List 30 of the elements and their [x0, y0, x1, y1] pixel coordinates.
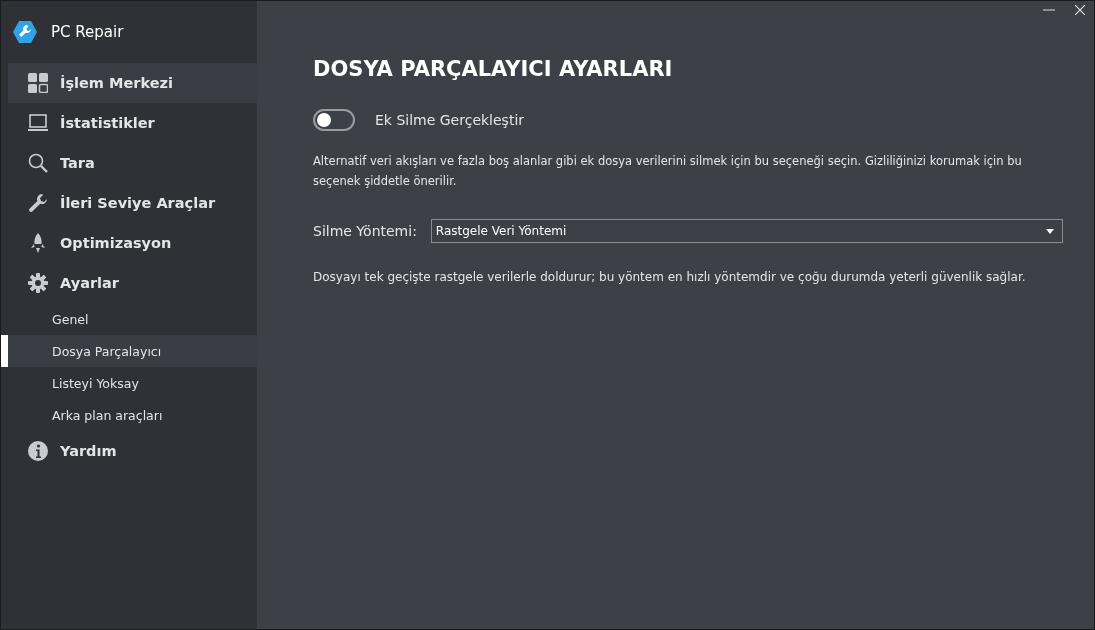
menu-item[interactable]: Tara [8, 143, 257, 183]
submenu-item[interactable]: Dosya Parçalayıcı [1, 335, 257, 367]
method-dropdown[interactable]: Rastgele Veri Yöntemi [430, 219, 1063, 243]
page-heading: DOSYA PARÇALAYICI AYARLARI [313, 57, 674, 81]
search-icon [28, 153, 48, 173]
close-icon [1075, 5, 1085, 15]
menu-item[interactable]: İleri Seviye Araçlar [8, 183, 257, 223]
grid-icon [28, 73, 48, 93]
description-text: Alternatif veri akışları ve fazla boş alanlar gibi ek dosya verilerini silmek için bu seçeneği seçin. Gizliliğinizi korumak için bu seçenek şiddetle önerilir. [313, 153, 1023, 190]
menu-item[interactable]: Yardım [8, 431, 257, 471]
menu-item[interactable]: İşlem Merkezi [8, 63, 257, 103]
gear-icon [28, 273, 48, 293]
app-logo-icon [13, 21, 37, 43]
menu-item[interactable]: İstatistikler [8, 103, 257, 143]
method-description: Dosyayı tek geçişte rastgele verilerle doldurur; bu yöntem en hızlı yöntemdir ve çoğu durumda yeterli güvenlik sağlar. [313, 269, 1027, 286]
toggle-label: Ek Silme Gerçekleştir [375, 112, 525, 128]
info-icon [28, 441, 48, 461]
submenu-item[interactable]: Arka plan araçları [1, 399, 257, 431]
menu-item[interactable]: Optimizasyon [8, 223, 257, 263]
wrench-icon [28, 193, 48, 213]
laptop-icon [28, 114, 48, 132]
caret-icon [1046, 228, 1054, 234]
submenu-item[interactable]: Genel [1, 303, 257, 335]
app-title: PC Repair [51, 23, 124, 41]
rocket-icon [30, 233, 46, 253]
submenu-item[interactable]: Listeyi Yoksay [1, 367, 257, 399]
method-label: Silme Yöntemi: [313, 223, 417, 239]
toggle-switch[interactable] [313, 109, 355, 131]
menu-item[interactable]: Ayarlar [8, 263, 257, 303]
close-button[interactable] [1072, 3, 1088, 17]
